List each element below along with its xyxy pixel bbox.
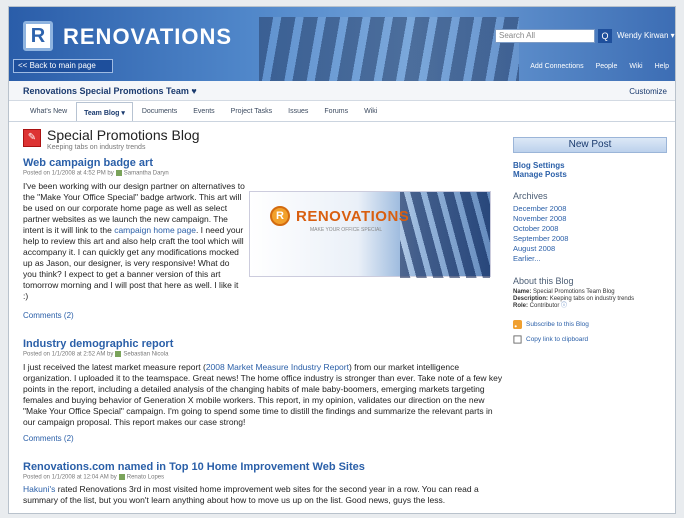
post-title[interactable]: Renovations.com named in Top 10 Home Imp… <box>23 461 507 473</box>
rss-icon <box>513 320 522 329</box>
about-desc-value: Keeping tabs on industry trends <box>549 296 635 302</box>
about-description: Description: Keeping tabs on industry tr… <box>513 296 667 303</box>
copy-link-row[interactable]: Copy link to clipboard <box>513 335 667 344</box>
tab-project-tasks[interactable]: Project Tasks <box>224 102 280 121</box>
comments-link[interactable]: Comments (2) <box>23 311 507 320</box>
post-body: Hakuni's rated Renovations 3rd in most v… <box>23 484 507 506</box>
brand-name[interactable]: RENOVATIONS <box>63 24 232 50</box>
top-links: Add Connections People Wiki Help <box>530 63 669 70</box>
user-menu[interactable]: Wendy Kirwan ▾ <box>617 31 675 40</box>
about-name: Name: Special Promotions Team Blog <box>513 289 667 296</box>
post-text: rated Renovations 3rd in most visited ho… <box>23 484 479 506</box>
tab-wiki[interactable]: Wiki <box>357 102 384 121</box>
nav-tabs: What's New Team Blog ▾ Documents Events … <box>9 102 675 122</box>
post-author[interactable]: Samantha Daryn <box>124 171 169 177</box>
post-meta: Posted on 1/1/2008 at 12:04 AM by Renato … <box>23 473 507 481</box>
post-link[interactable]: campaign home page <box>114 225 196 235</box>
city-skyline-image <box>259 17 519 81</box>
blog-icon: ✎ <box>23 129 41 147</box>
about-role-value: Contributor <box>529 303 560 309</box>
back-to-main-button[interactable]: << Back to main page <box>13 59 113 73</box>
copy-link[interactable]: Copy link to clipboard <box>526 336 588 343</box>
post-link[interactable]: Hakuni's <box>23 484 55 494</box>
post-author[interactable]: Sebastian Nicola <box>123 352 168 358</box>
about-name-value: Special Promotions Team Blog <box>533 289 615 295</box>
top-link-help[interactable]: Help <box>655 63 669 70</box>
about-role: Role: Contributor ⓘ <box>513 303 667 310</box>
new-post-button[interactable]: New Post <box>513 137 667 153</box>
blog-post: Industry demographic report Posted on 1/… <box>23 338 507 443</box>
tab-issues[interactable]: Issues <box>281 102 315 121</box>
about-role-label: Role: <box>513 303 528 309</box>
top-link-people[interactable]: People <box>596 63 618 70</box>
post-text: . I need your help to review this art an… <box>23 224 244 301</box>
promo-logo-icon: R <box>270 206 290 226</box>
avatar-icon <box>118 473 125 480</box>
building-image <box>400 192 490 278</box>
customize-link[interactable]: Customize <box>629 87 667 96</box>
tab-events[interactable]: Events <box>186 102 221 121</box>
archives-heading: Archives <box>513 191 548 201</box>
comments-link[interactable]: Comments (2) <box>23 434 507 443</box>
about-heading: About this Blog <box>513 276 574 286</box>
avatar-icon <box>115 170 122 176</box>
tab-documents[interactable]: Documents <box>135 102 184 121</box>
blog-title: Special Promotions Blog <box>47 127 200 143</box>
promo-badge-image: R RENOVATIONS MAKE YOUR OFFICE SPECIAL <box>249 191 491 278</box>
clipboard-icon <box>513 335 522 344</box>
promo-brand: RENOVATIONS <box>296 208 410 225</box>
post-body: I've been working with our design partne… <box>23 181 245 302</box>
blog-post: Renovations.com named in Top 10 Home Imp… <box>23 461 507 507</box>
search-button[interactable]: Q <box>598 29 612 43</box>
site-title-bar: Renovations Special Promotions Team ♥ Cu… <box>9 81 675 101</box>
archive-link[interactable]: October 2008 <box>513 224 667 234</box>
search-input[interactable]: Search All <box>495 29 595 43</box>
post-meta: Posted on 1/1/2008 at 2:52 AM by Sebastia… <box>23 351 507 358</box>
tab-whats-new[interactable]: What's New <box>23 102 74 121</box>
post-link[interactable]: 2008 Market Measure Industry Report <box>206 362 349 372</box>
post-author[interactable]: Renato Lopes <box>127 474 164 480</box>
subscribe-row[interactable]: Subscribe to this Blog <box>513 320 667 329</box>
tab-forums[interactable]: Forums <box>317 102 355 121</box>
browser-frame: R RENOVATIONS Search All Q Wendy Kirwan … <box>8 6 676 514</box>
post-body: I just received the latest market measur… <box>23 362 507 428</box>
about-name-label: Name: <box>513 289 532 295</box>
help-icon[interactable]: ⓘ <box>561 303 567 309</box>
site-title[interactable]: Renovations Special Promotions Team ♥ <box>23 86 197 96</box>
header-banner: R RENOVATIONS Search All Q Wendy Kirwan … <box>9 7 675 81</box>
post-date: Posted on 1/1/2008 at 2:52 AM by <box>23 351 114 358</box>
blog-sidebar: New Post Blog Settings Manage Posts Arch… <box>513 127 667 513</box>
post-date: Posted on 1/1/2008 at 4:52 PM by <box>23 170 114 177</box>
post-meta: Posted on 1/1/2008 at 4:52 PM by Samantha… <box>23 170 507 177</box>
post-title[interactable]: Industry demographic report <box>23 338 507 350</box>
about-desc-label: Description: <box>513 296 549 302</box>
avatar-icon <box>115 351 122 357</box>
promo-tagline: MAKE YOUR OFFICE SPECIAL <box>310 227 383 233</box>
archive-link[interactable]: November 2008 <box>513 214 667 224</box>
archive-link[interactable]: Earlier... <box>513 254 667 264</box>
blog-header: ✎ Special Promotions Blog Keeping tabs o… <box>23 127 507 157</box>
blog-subtitle: Keeping tabs on industry trends <box>47 144 146 151</box>
archive-link[interactable]: September 2008 <box>513 234 667 244</box>
subscribe-link[interactable]: Subscribe to this Blog <box>526 321 589 328</box>
blog-post: Web campaign badge art Posted on 1/1/200… <box>23 157 507 307</box>
blog-main: ✎ Special Promotions Blog Keeping tabs o… <box>23 127 507 513</box>
top-link-wiki[interactable]: Wiki <box>629 63 642 70</box>
blog-settings-link[interactable]: Blog Settings <box>513 161 667 170</box>
archive-link[interactable]: December 2008 <box>513 204 667 214</box>
logo-icon[interactable]: R <box>23 21 53 51</box>
top-link-add-connections[interactable]: Add Connections <box>530 63 583 70</box>
manage-posts-link[interactable]: Manage Posts <box>513 170 667 179</box>
post-title[interactable]: Web campaign badge art <box>23 157 507 169</box>
post-date: Posted on 1/1/2008 at 12:04 AM by <box>23 474 117 481</box>
tab-team-blog[interactable]: Team Blog ▾ <box>76 102 133 121</box>
archive-link[interactable]: August 2008 <box>513 244 667 254</box>
post-text: I just received the latest market measur… <box>23 361 206 372</box>
